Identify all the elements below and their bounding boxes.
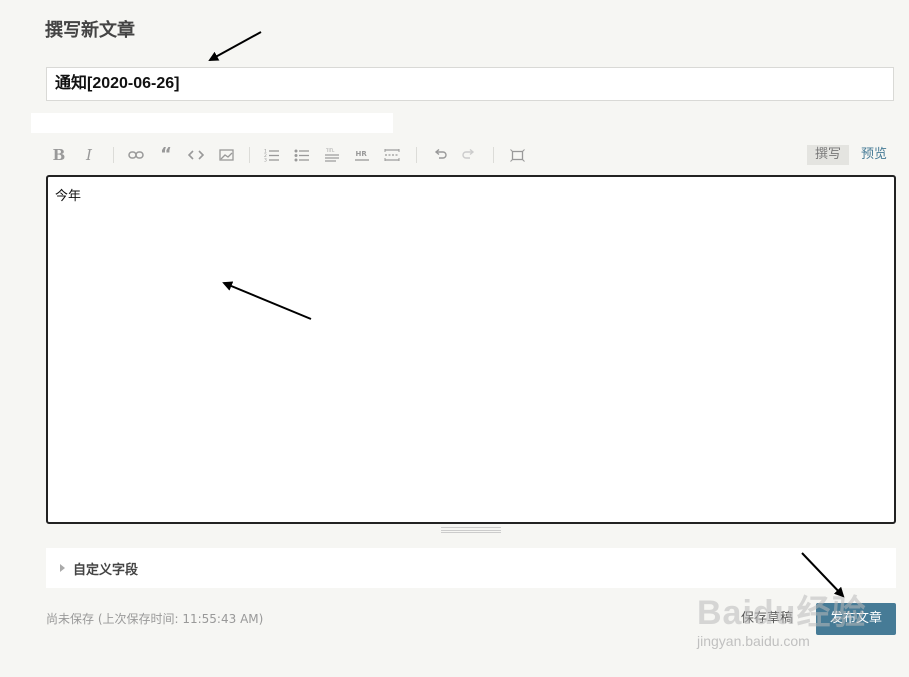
more-icon[interactable]	[381, 145, 403, 165]
toolbar-divider	[113, 147, 114, 163]
publish-button[interactable]: 发布文章	[816, 603, 896, 635]
toolbar-divider	[493, 147, 494, 163]
caret-right-icon	[60, 564, 65, 572]
undo-icon[interactable]	[429, 145, 451, 165]
tab-write[interactable]: 撰写	[807, 145, 849, 165]
heading-icon[interactable]: TITL	[321, 145, 343, 165]
redo-icon[interactable]	[458, 145, 480, 165]
tab-preview[interactable]: 预览	[857, 145, 891, 165]
page-title: 撰写新文章	[45, 20, 135, 41]
svg-text:3: 3	[264, 158, 267, 163]
save-status: 尚未保存 (上次保存时间: 11:55:43 AM)	[46, 612, 264, 626]
title-input[interactable]: 通知[2020-06-26]	[46, 67, 894, 101]
bold-icon[interactable]: B	[48, 145, 70, 165]
editor-resize-handle[interactable]	[441, 527, 501, 533]
custom-fields-label: 自定义字段	[73, 562, 139, 578]
toolbar-divider	[416, 147, 417, 163]
arrow-to-title	[208, 31, 262, 61]
svg-text:HR: HR	[356, 150, 368, 158]
content-editor[interactable]: 今年	[46, 175, 896, 524]
ordered-list-icon[interactable]: 123	[261, 145, 283, 165]
toolbar-divider	[249, 147, 250, 163]
watermark-url: jingyan.baidu.com	[697, 633, 810, 649]
code-icon[interactable]	[185, 145, 207, 165]
editor-toolbar: B I “ 123 TITL HR 撰写 预览	[46, 141, 894, 169]
hr-icon[interactable]: HR	[351, 145, 373, 165]
svg-text:TITL: TITL	[325, 148, 335, 153]
link-icon[interactable]	[125, 145, 147, 165]
image-icon[interactable]	[215, 145, 237, 165]
fullscreen-icon[interactable]	[506, 145, 528, 165]
unordered-list-icon[interactable]	[291, 145, 313, 165]
save-draft-button[interactable]: 保存草稿	[741, 603, 793, 635]
italic-icon[interactable]: I	[78, 145, 100, 165]
quote-icon[interactable]: “	[155, 145, 177, 165]
custom-fields-toggle[interactable]: 自定义字段	[46, 548, 896, 588]
slug-field[interactable]	[31, 113, 393, 133]
